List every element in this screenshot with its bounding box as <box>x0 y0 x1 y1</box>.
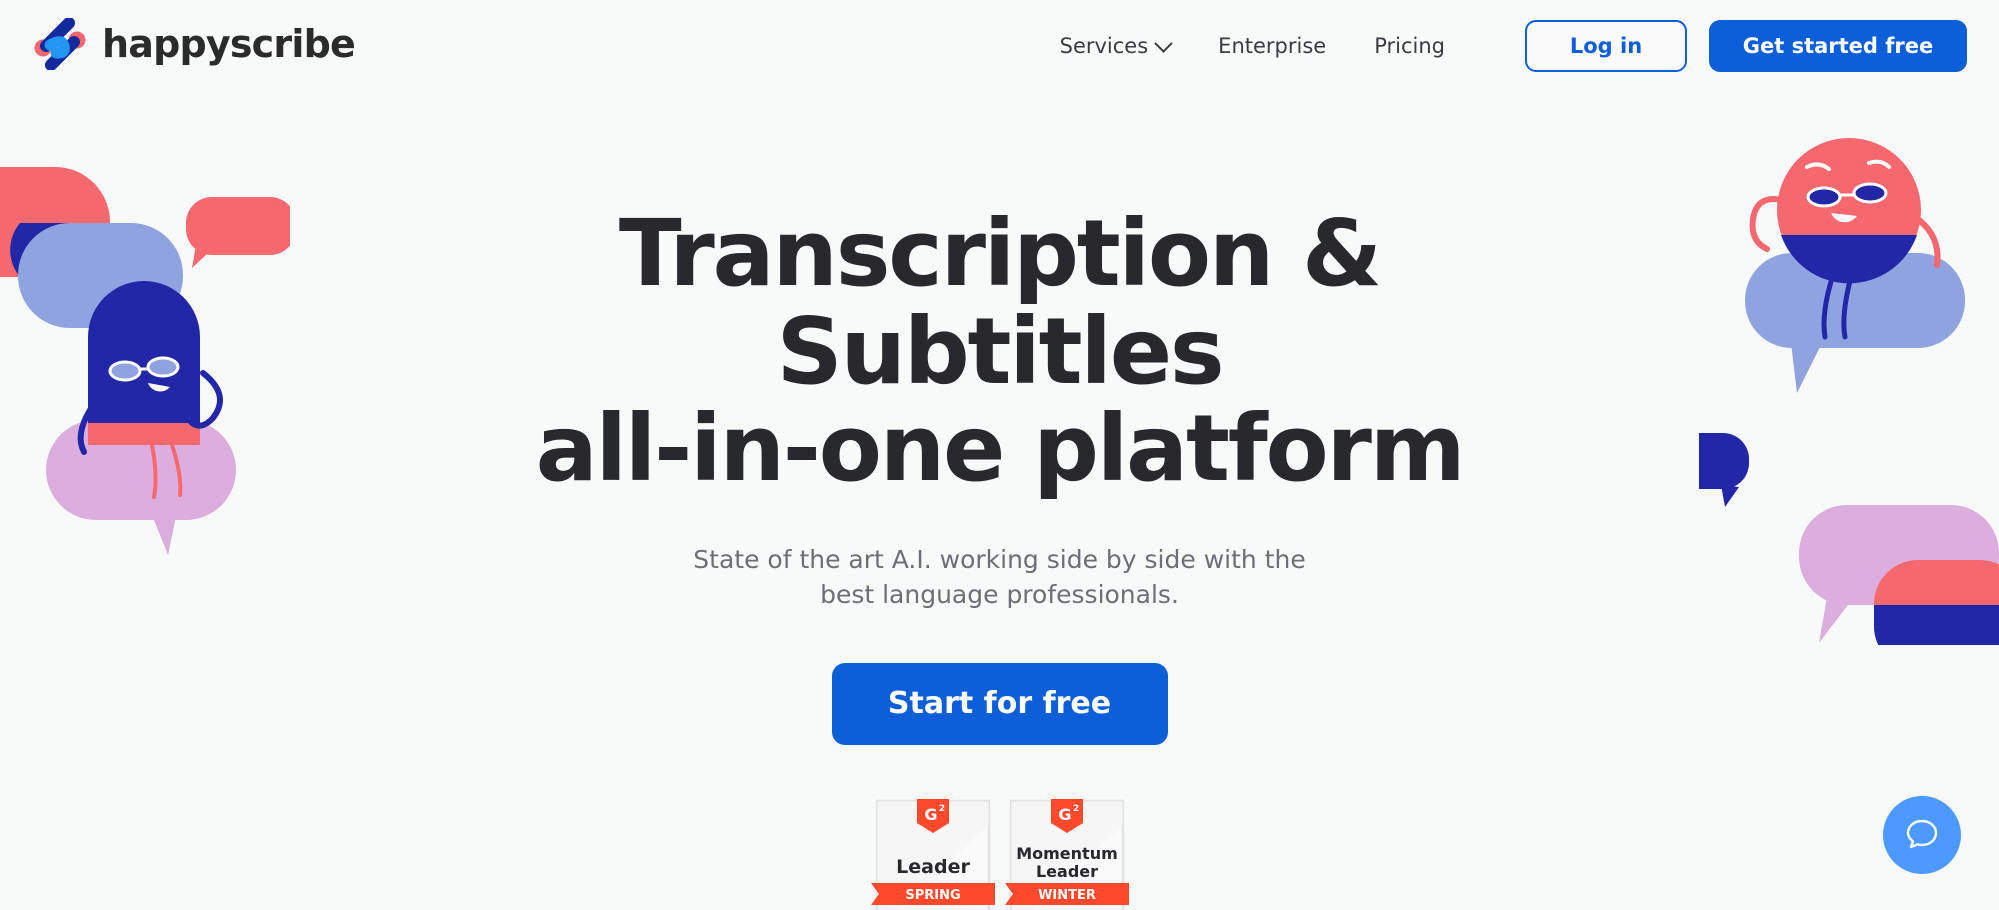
g2-badge-leader[interactable]: G 2 Leader SPRING 2023 <box>870 795 995 910</box>
login-button[interactable]: Log in <box>1525 20 1687 72</box>
hero-title-line-1: Transcription & Subtitles <box>618 200 1382 405</box>
nav-item-pricing[interactable]: Pricing <box>1350 20 1469 72</box>
hero-section: Transcription & Subtitles all-in-one pla… <box>0 105 1999 910</box>
chevron-down-icon <box>1154 33 1173 53</box>
svg-text:G: G <box>924 805 937 824</box>
nav-item-services[interactable]: Services <box>1036 20 1195 72</box>
logo[interactable]: happyscribe <box>32 17 356 71</box>
hero-content: Transcription & Subtitles all-in-one pla… <box>440 205 1560 910</box>
svg-text:2: 2 <box>938 804 944 814</box>
nav-item-services-label: Services <box>1059 34 1149 58</box>
hero-title-line-2: all-in-one platform <box>535 395 1466 503</box>
get-started-free-button[interactable]: Get started free <box>1709 20 1967 72</box>
g2-badge-momentum-leader[interactable]: G 2 Momentum Leader WINTER 2023 <box>1004 795 1129 910</box>
badge-title: Leader <box>896 856 970 878</box>
badge-ribbon: SPRING <box>905 888 960 903</box>
badge-title: Momentum <box>1016 844 1118 863</box>
logo-text: happyscribe <box>102 22 356 66</box>
badge-ribbon: WINTER <box>1038 888 1096 903</box>
badge-title-second-line: Leader <box>1035 862 1097 881</box>
primary-navigation: Services Enterprise Pricing Log in Get s… <box>1036 20 1967 72</box>
svg-text:2: 2 <box>1072 804 1078 814</box>
speech-bubble-icon <box>1903 815 1941 856</box>
start-for-free-button[interactable]: Start for free <box>831 662 1168 745</box>
happyscribe-logo-icon <box>32 17 88 71</box>
svg-text:G: G <box>1058 805 1071 824</box>
hero-subtitle: State of the art A.I. working side by si… <box>693 544 1306 610</box>
chat-widget-button[interactable] <box>1883 796 1961 874</box>
g2-badges: G 2 Leader SPRING 2023 <box>440 795 1560 910</box>
page-title: Transcription & Subtitles all-in-one pla… <box>440 205 1560 498</box>
nav-item-enterprise[interactable]: Enterprise <box>1194 20 1350 72</box>
site-header: happyscribe Services Enterprise Pricing … <box>0 0 1999 105</box>
